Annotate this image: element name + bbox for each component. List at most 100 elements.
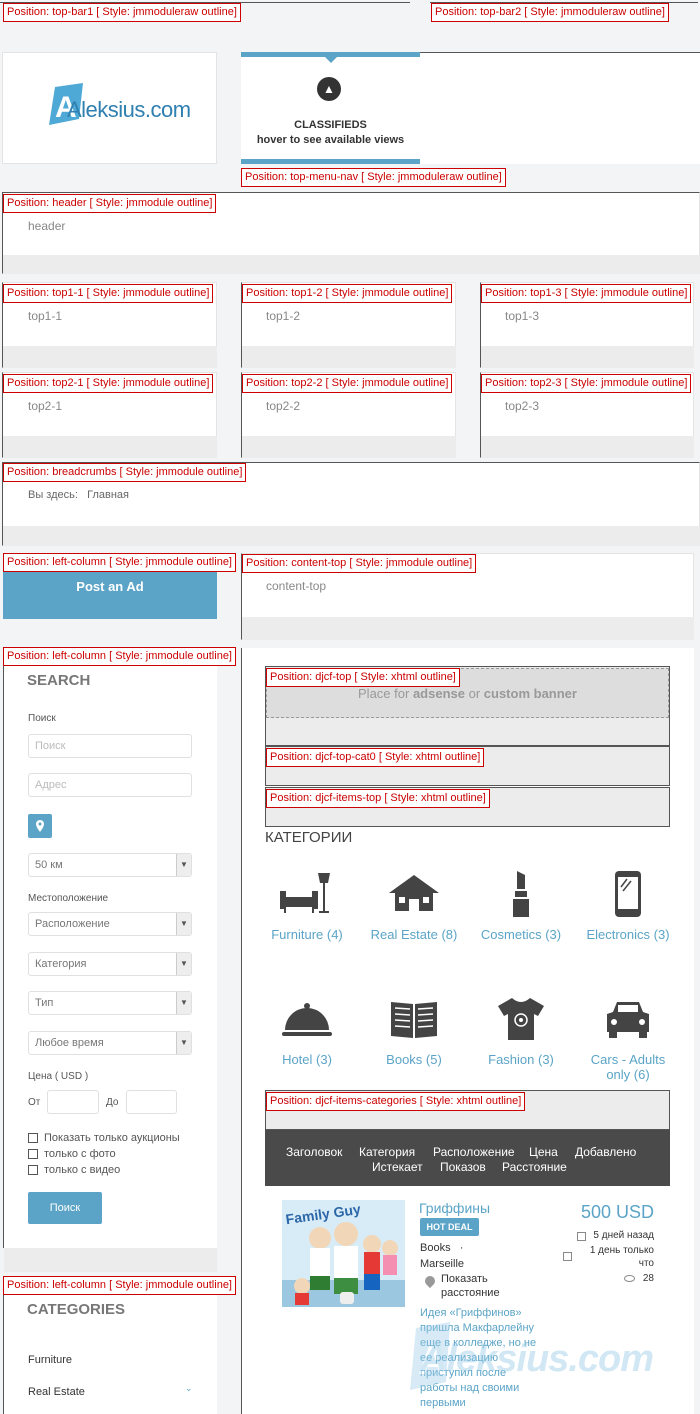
expand-chevron-icon[interactable]: ⌄ [185,1383,193,1394]
logo-box[interactable]: A Aleksius.com [2,52,217,164]
top1-2-text: top1-2 [266,309,301,323]
radius-select[interactable]: 50 км ▼ [28,853,192,877]
show-distance-link[interactable]: Показать расстояние [441,1272,521,1300]
checkbox-box[interactable] [28,1165,38,1175]
header-label: Position: header [ Style: jmmodule outli… [3,194,217,213]
only-video-checkbox[interactable]: только с видео [28,1164,120,1176]
category-cars[interactable]: Cars - Adults only (6) [583,994,673,1082]
chevron-down-icon: ▼ [176,1032,191,1054]
tshirt-icon [498,998,544,1040]
left-column-label-1: Position: left-column [ Style: jmmodule … [3,553,236,572]
column-title[interactable]: Заголовок [286,1145,342,1159]
lipstick-icon [513,871,529,917]
locate-button[interactable] [28,814,52,838]
price-to-input[interactable] [126,1090,177,1114]
left-column-label-2: Position: left-column [ Style: jmmodule … [3,647,236,666]
ad-views: 28 [642,1273,654,1284]
category-books[interactable]: Books (5) [369,994,459,1067]
only-photo-label: только с фото [44,1148,116,1160]
category-hotel[interactable]: Hotel (3) [262,994,352,1067]
header-footer [3,255,700,274]
checkbox-box[interactable] [28,1149,38,1159]
djcf-items-top-label: Position: djcf-items-top [ Style: xhtml … [266,789,490,808]
top2-3-text: top2-3 [505,399,540,413]
category-furniture[interactable]: Furniture (4) [262,869,352,942]
chevron-down-icon: ▼ [176,992,191,1014]
price-from-label: От [28,1097,41,1108]
content-top-label: Position: content-top [ Style: jmmodule … [242,554,477,573]
megaphone-icon: ▲ [317,77,341,101]
category-name: Furniture (4) [271,927,343,942]
top1-3-label: Position: top1-3 [ Style: jmmodule outli… [481,284,692,303]
column-distance[interactable]: Расстояние [502,1160,567,1174]
checkbox-box[interactable] [28,1133,38,1143]
top2-1-footer [3,436,217,458]
price-from-input[interactable] [47,1090,99,1114]
ad-price: 500 USD [580,1202,654,1222]
top2-2-label: Position: top2-2 [ Style: jmmodule outli… [242,374,453,393]
content-top-footer [242,617,694,640]
post-ad-button[interactable]: Post an Ad [3,571,217,619]
top1-1-text: top1-1 [28,309,63,323]
ad-title-link[interactable]: Гриффины [419,1200,490,1216]
menu-subtitle: hover to see available views [256,134,405,146]
location-select[interactable]: Расположение ▼ [28,912,192,936]
category-real-estate[interactable]: Real Estate (8) [369,869,459,942]
watermark-text: Aleksius.com [420,1338,654,1380]
category-select[interactable]: Категория ▼ [28,952,192,976]
column-location[interactable]: Расположение [433,1145,515,1159]
breadcrumb-prefix: Вы здесь: [28,489,78,501]
only-photo-checkbox[interactable]: только с фото [28,1148,116,1160]
column-added[interactable]: Добавлено [575,1145,636,1159]
book-icon [391,1002,437,1038]
content-top-text: content-top [266,579,327,593]
breadcrumbs-label: Position: breadcrumbs [ Style: jmmodule … [3,463,247,482]
top1-2-footer [242,346,456,368]
search-input[interactable]: Поиск [28,734,192,758]
breadcrumb-home-link[interactable]: Главная [87,489,129,501]
categories-title: CATEGORIES [27,1301,126,1318]
column-category[interactable]: Категория [359,1145,415,1159]
ad-thumbnail[interactable]: Family Guy [282,1200,405,1307]
category-cosmetics[interactable]: Cosmetics (3) [476,869,566,942]
chevron-down-icon: ▼ [176,854,191,876]
category-name: Hotel (3) [282,1052,332,1067]
cloche-icon [282,1003,332,1036]
category-link-furniture[interactable]: Furniture [28,1354,72,1366]
watermark-logo: A Aleksius.com [408,1322,693,1394]
category-name: Cosmetics (3) [480,927,562,942]
banner-custom: custom banner [483,686,577,701]
car-icon [607,1002,649,1038]
top-bar2-label: Position: top-bar2 [ Style: jmmoduleraw … [431,3,669,22]
banner-adsense: adsense [412,686,465,701]
category-name: Cars - Adults only (6) [590,1052,666,1082]
column-price[interactable]: Цена [529,1145,558,1159]
category-link-real-estate[interactable]: Real Estate [28,1386,85,1398]
family-guy-image: Family Guy [282,1200,405,1307]
category-electronics[interactable]: Electronics (3) [583,869,673,942]
only-auctions-label: Показать только аукционы [44,1132,180,1144]
top1-3-text: top1-3 [505,309,540,323]
menu-title: CLASSIFIEDS [294,119,367,131]
calendar-icon [577,1232,586,1241]
column-expires[interactable]: Истекает [372,1160,423,1174]
category-fashion[interactable]: Fashion (3) [476,994,566,1067]
furniture-icon [280,873,330,913]
search-button[interactable]: Поиск [28,1192,102,1224]
top2-2-footer [242,436,456,458]
top2-3-footer [481,436,694,458]
ad-location: Marseille [420,1258,465,1270]
map-pin-icon [36,820,44,832]
price-label: Цена ( USD ) [28,1071,89,1082]
column-views[interactable]: Показов [440,1160,486,1174]
only-video-label: только с видео [44,1164,121,1176]
ad-category: Books · [420,1242,464,1254]
breadcrumb: Вы здесь: Главная [28,489,129,501]
type-select[interactable]: Тип ▼ [28,991,192,1015]
time-select[interactable]: Любое время ▼ [28,1031,192,1055]
classifieds-menu-item[interactable]: ▲ CLASSIFIEDS hover to see available vie… [241,52,420,164]
header-text: header [28,219,66,233]
only-auctions-checkbox[interactable]: Показать только аукционы [28,1132,180,1144]
expires-calendar-icon [563,1252,572,1261]
address-input[interactable]: Адрес [28,773,192,797]
